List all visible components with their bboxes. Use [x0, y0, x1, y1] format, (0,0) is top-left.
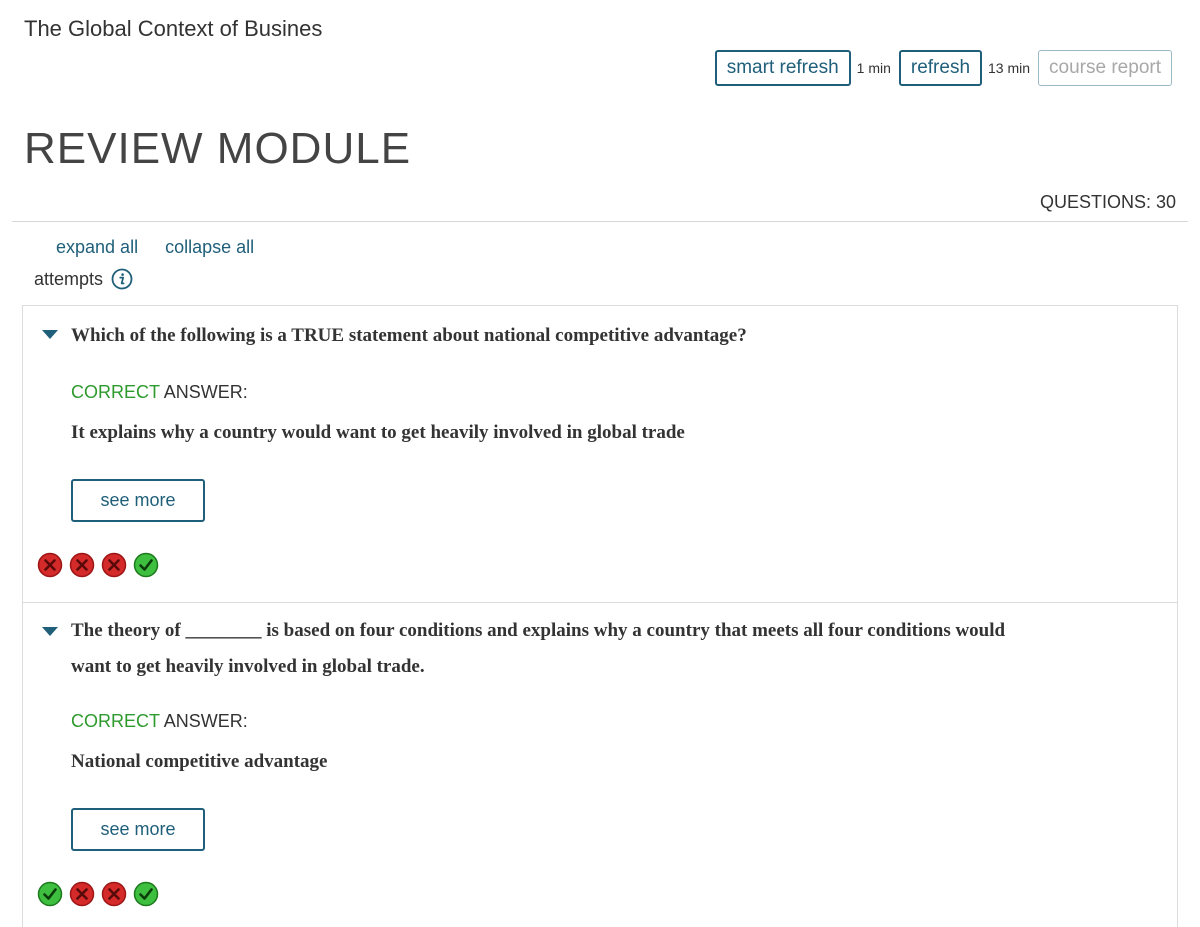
- refresh-button[interactable]: refresh: [898, 50, 983, 86]
- answer-text: National competitive advantage: [71, 751, 328, 772]
- incorrect-icon: [101, 881, 127, 907]
- course-report-button[interactable]: course report: [1038, 50, 1172, 86]
- attempt-icons: [35, 880, 161, 908]
- answer-label: ANSWER:: [159, 711, 248, 731]
- incorrect-icon: [69, 881, 95, 907]
- correct-answer-label: CORRECT ANSWER:: [71, 382, 248, 403]
- correct-icon: [133, 552, 159, 578]
- see-more-button[interactable]: see more: [71, 808, 205, 851]
- smart-refresh-time: 1 min: [856, 60, 891, 76]
- incorrect-icon: [69, 552, 95, 578]
- correct-word: CORRECT: [71, 382, 160, 402]
- caret-down-icon[interactable]: [41, 328, 59, 346]
- question-card: Which of the following is a TRUE stateme…: [22, 305, 1178, 603]
- incorrect-icon: [101, 552, 127, 578]
- toolbar: smart refresh 1 min refresh 13 min cours…: [714, 50, 1172, 86]
- correct-answer-label: CORRECT ANSWER:: [71, 711, 248, 732]
- review-module-page: The Global Context of Busines smart refr…: [0, 0, 1200, 927]
- smart-refresh-button[interactable]: smart refresh: [714, 50, 851, 86]
- questions-count: QUESTIONS: 30: [1039, 192, 1176, 212]
- correct-word: CORRECT: [71, 711, 160, 731]
- page-title: REVIEW MODULE: [24, 124, 412, 173]
- see-more-button[interactable]: see more: [71, 479, 205, 522]
- caret-down-icon[interactable]: [41, 625, 59, 643]
- collapse-all-link[interactable]: collapse all: [165, 237, 254, 258]
- correct-icon: [37, 881, 63, 907]
- header-divider: [12, 221, 1188, 222]
- info-icon[interactable]: [111, 268, 133, 290]
- question-text: The theory of ________ is based on four …: [71, 620, 1006, 677]
- attempts-legend: attempts: [34, 268, 133, 290]
- attempts-label: attempts: [34, 268, 104, 289]
- expand-all-link[interactable]: expand all: [56, 237, 138, 258]
- correct-icon: [133, 881, 159, 907]
- answer-text: It explains why a country would want to …: [71, 422, 685, 443]
- course-title: The Global Context of Busines: [24, 16, 323, 41]
- incorrect-icon: [37, 552, 63, 578]
- answer-label: ANSWER:: [159, 382, 248, 402]
- expand-collapse-controls: expand all collapse all: [56, 237, 254, 258]
- attempt-icons: [35, 551, 161, 579]
- question-card: The theory of ________ is based on four …: [22, 602, 1178, 927]
- refresh-time: 13 min: [988, 60, 1031, 76]
- question-text: Which of the following is a TRUE stateme…: [71, 325, 747, 346]
